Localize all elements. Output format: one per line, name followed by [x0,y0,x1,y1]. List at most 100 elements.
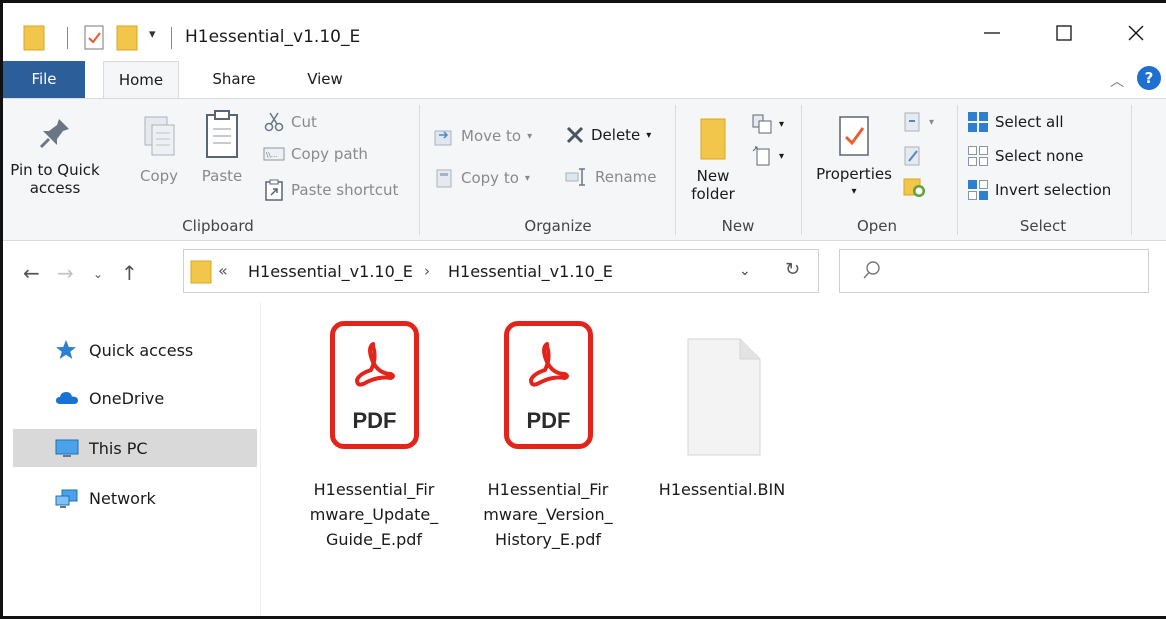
file-list: PDF H1essential_Fir mware_Update_ Guide_… [265,303,1165,616]
rename-button[interactable]: Rename [565,167,657,187]
new-item-button[interactable]: ▾ [751,113,784,135]
new-folder-label-line2: folder [691,185,735,203]
navigation-bar: ← → ⌄ ↑ « H1essential_v1.10_E › H1essent… [3,243,1166,301]
group-separator [1131,105,1132,235]
chevron-down-icon: ▾ [851,186,857,197]
copy-path-button[interactable]: \\... Copy path [263,145,368,163]
minimize-icon [984,32,1000,34]
properties-icon[interactable] [84,25,106,55]
file-item[interactable]: H1essential.BIN [637,319,807,502]
file-name-line: H1essential_Fir [313,480,435,499]
invert-selection-icon [968,180,988,200]
chevron-down-icon: ▾ [779,118,785,130]
paste-shortcut-button[interactable]: Paste shortcut [263,179,398,201]
paste-button[interactable]: Paste [197,109,247,185]
paste-shortcut-label: Paste shortcut [291,181,399,199]
tab-home[interactable]: Home [103,61,179,99]
file-item[interactable]: PDF H1essential_Fir mware_Update_ Guide_… [289,319,459,552]
paste-shortcut-icon [265,179,283,201]
pane-divider [260,303,261,616]
new-folder-button[interactable]: New folder [687,115,739,203]
pdf-type-label: PDF [526,408,571,433]
copy-to-button[interactable]: Copy to ▾ [433,167,530,189]
copy-button[interactable]: Copy [135,113,183,185]
chevron-down-icon: ▾ [929,116,935,128]
nav-item-network[interactable]: Network [13,479,257,517]
invert-selection-label: Invert selection [995,181,1112,199]
folder-icon [190,260,212,288]
address-bar[interactable]: « H1essential_v1.10_E › H1essential_v1.1… [183,249,819,293]
edit-button[interactable] [903,145,923,171]
refresh-icon[interactable]: ↻ [785,259,800,280]
open-button[interactable]: ▾ [903,111,934,133]
file-name-line: H1essential_Fir [487,480,609,499]
address-history-chevron-icon[interactable]: ⌄ [739,263,751,279]
nav-label: OneDrive [89,388,165,408]
minimize-button[interactable] [969,13,1015,53]
properties-label: Properties [816,165,892,183]
help-icon[interactable]: ? [1137,66,1161,90]
new-item-icon [752,114,772,134]
nav-item-onedrive[interactable]: OneDrive [13,379,257,417]
delete-x-icon [566,126,584,144]
blank-file-icon [662,319,782,456]
move-to-button[interactable]: Move to ▾ [433,125,532,147]
delete-button[interactable]: Delete ▾ [565,125,651,145]
cut-button[interactable]: Cut [263,111,317,133]
copy-to-icon [436,169,452,188]
pin-to-quick-access-button[interactable]: Pin to Quick access [7,113,103,197]
tab-share[interactable]: Share [199,61,269,98]
properties-button[interactable]: Properties ▾ [809,115,899,201]
toolbar-separator [67,27,68,49]
network-icon [55,489,78,508]
nav-label: Quick access [89,340,194,360]
group-separator [801,105,802,235]
file-name-line: H1essential.BIN [658,480,786,499]
toolbar-separator [171,27,172,49]
folder-icon[interactable] [23,25,45,55]
rename-label: Rename [595,168,657,186]
recent-locations-chevron-icon[interactable]: ⌄ [93,267,103,281]
select-none-icon [968,146,988,166]
customize-toolbar-dropdown[interactable]: ▾ [149,27,156,42]
maximize-icon [1056,25,1072,41]
group-separator [419,105,420,235]
up-arrow-icon[interactable]: ↑ [121,261,138,285]
copy-path-icon: \\... [263,147,285,161]
easy-access-button[interactable]: ▾ [751,145,784,167]
search-icon [863,261,880,279]
scissors-icon [264,112,284,132]
invert-selection-button[interactable]: Invert selection [967,179,1111,201]
breadcrumb-segment[interactable]: H1essential_v1.10_E [248,262,413,281]
properties-icon [839,116,869,156]
breadcrumb-segment-current[interactable]: H1essential_v1.10_E [448,262,613,281]
breadcrumb-overflow[interactable]: « [218,261,228,280]
breadcrumb-separator[interactable]: › [424,262,430,280]
select-all-button[interactable]: Select all [967,111,1064,133]
tab-file[interactable]: File [3,61,85,98]
select-none-button[interactable]: Select none [967,145,1083,167]
forward-arrow-icon[interactable]: → [57,261,74,285]
nav-item-quick-access[interactable]: Quick access [13,331,257,369]
select-all-label: Select all [995,113,1064,131]
pdf-type-label: PDF [352,408,397,433]
rename-icon [565,168,585,186]
tab-view[interactable]: View [295,61,355,98]
group-separator [957,105,958,235]
file-name: H1essential_Fir mware_Update_ Guide_E.pd… [289,477,459,552]
close-button[interactable] [1113,13,1159,53]
nav-item-this-pc[interactable]: This PC [13,429,257,467]
back-arrow-icon[interactable]: ← [23,261,40,285]
chevron-down-icon: ▾ [527,130,533,142]
open-icon [904,112,920,132]
window-title: H1essential_v1.10_E [185,27,361,47]
group-separator [675,105,676,235]
search-box[interactable] [839,249,1149,293]
chevron-down-icon: ▾ [524,172,530,184]
new-folder-icon[interactable] [116,25,138,55]
maximize-button[interactable] [1041,13,1087,53]
history-button[interactable] [903,177,927,203]
collapse-ribbon-icon[interactable]: ︿ [1110,71,1124,91]
cloud-icon [56,392,78,404]
file-item[interactable]: PDF H1essential_Fir mware_Version_ Histo… [463,319,633,552]
